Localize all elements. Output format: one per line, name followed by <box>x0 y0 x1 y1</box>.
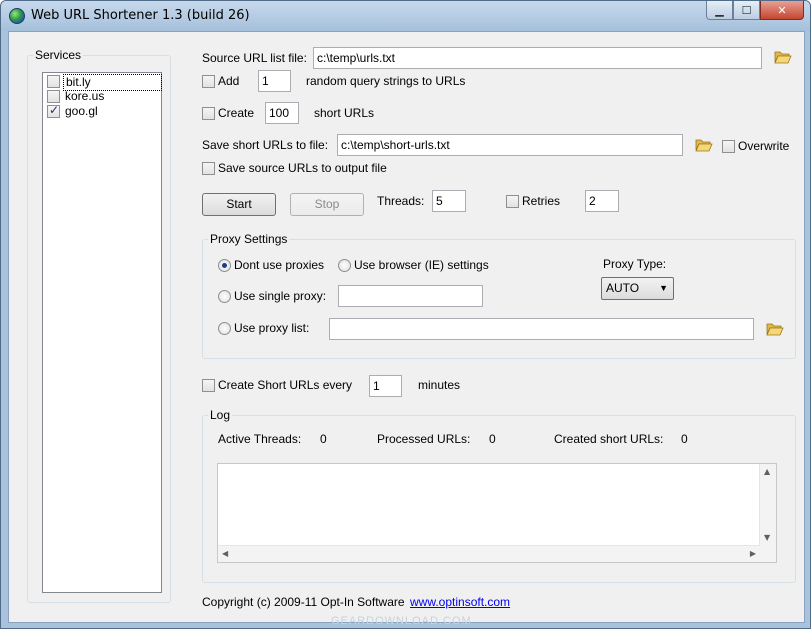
add-count-input[interactable]: 1 <box>258 70 291 92</box>
schedule-interval-input[interactable]: 1 <box>369 375 402 397</box>
log-label: Log <box>208 408 233 422</box>
save-file-input[interactable]: c:\temp\short-urls.txt <box>337 134 683 156</box>
folder-open-icon[interactable] <box>695 138 713 152</box>
folder-open-icon[interactable] <box>774 50 792 64</box>
window-title: Web URL Shortener 1.3 (build 26) <box>31 8 250 23</box>
minimize-button[interactable]: ▁ <box>706 1 733 20</box>
create-count-input[interactable]: 100 <box>265 102 299 124</box>
save-file-label: Save short URLs to file: <box>202 138 329 152</box>
maximize-icon: ☐ <box>741 3 752 17</box>
log-horizontal-scrollbar[interactable]: ◀ ▶ <box>218 545 760 562</box>
add-label: Add <box>218 74 240 88</box>
add-suffix-label: random query strings to URLs <box>306 74 466 88</box>
create-label: Create <box>218 106 255 120</box>
proxy-type-select[interactable]: AUTO ▼ <box>601 277 674 300</box>
minimize-icon: ▁ <box>715 3 724 17</box>
processed-urls-value: 0 <box>489 432 496 446</box>
schedule-label: Create Short URLs every <box>218 378 353 392</box>
threads-label: Threads: <box>377 194 425 208</box>
close-icon: ✕ <box>777 3 787 17</box>
create-checkbox[interactable] <box>202 107 215 120</box>
retries-label: Retries <box>522 194 561 208</box>
window-controls: ▁ ☐ ✕ <box>706 1 804 21</box>
use-single-proxy-radio[interactable] <box>218 290 231 303</box>
created-short-urls-value: 0 <box>681 432 688 446</box>
overwrite-checkbox[interactable] <box>722 140 735 153</box>
main-window: Web URL Shortener 1.3 (build 26) ▁ ☐ ✕ S… <box>0 0 811 629</box>
proxy-type-value: AUTO <box>606 281 640 295</box>
retries-input[interactable]: 2 <box>585 190 619 212</box>
stop-button[interactable]: Stop <box>290 193 364 216</box>
created-short-urls-label: Created short URLs: <box>554 432 664 446</box>
start-button[interactable]: Start <box>202 193 276 216</box>
services-label: Services <box>33 48 84 62</box>
dont-use-proxies-label: Dont use proxies <box>234 258 325 272</box>
add-checkbox[interactable] <box>202 75 215 88</box>
scroll-down-icon[interactable]: ▼ <box>764 533 770 542</box>
log-textarea[interactable]: ▲ ▼ ◀ ▶ <box>217 463 777 563</box>
copyright-text: Copyright (c) 2009-11 Opt-In Software <box>202 595 405 609</box>
threads-input[interactable]: 5 <box>432 190 466 212</box>
dropdown-arrow-icon: ▼ <box>659 283 668 293</box>
proxy-list-input[interactable] <box>329 318 754 340</box>
watermark-text: GEARDOWNLOAD.COM <box>331 615 472 627</box>
service-checkbox-googl[interactable] <box>47 103 60 118</box>
single-proxy-input[interactable] <box>338 285 483 307</box>
save-source-checkbox[interactable] <box>202 162 215 175</box>
source-file-input[interactable]: c:\temp\urls.txt <box>313 47 762 69</box>
proxy-type-label: Proxy Type: <box>603 257 667 271</box>
use-proxy-list-label: Use proxy list: <box>234 321 310 335</box>
proxy-settings-label: Proxy Settings <box>208 232 290 246</box>
service-checkbox-koreus[interactable] <box>47 90 60 103</box>
globe-icon <box>9 8 25 24</box>
dont-use-proxies-radio[interactable] <box>218 259 231 272</box>
website-link[interactable]: www.optinsoft.com <box>410 595 510 610</box>
folder-open-icon[interactable] <box>766 322 784 336</box>
service-label-googl: goo.gl <box>65 104 98 118</box>
use-browser-settings-radio[interactable] <box>338 259 351 272</box>
service-checkbox-bitly[interactable] <box>47 75 60 88</box>
schedule-checkbox[interactable] <box>202 379 215 392</box>
services-list[interactable]: bit.ly kore.us goo.gl <box>42 72 162 593</box>
scroll-right-icon[interactable]: ▶ <box>750 549 756 558</box>
save-source-label: Save source URLs to output file <box>218 161 387 175</box>
service-label-koreus: kore.us <box>65 89 105 103</box>
client-area: Services bit.ly kore.us goo.gl Source UR… <box>8 31 805 623</box>
retries-checkbox[interactable] <box>506 195 519 208</box>
use-proxy-list-radio[interactable] <box>218 322 231 335</box>
create-suffix-label: short URLs <box>314 106 375 120</box>
active-threads-value: 0 <box>320 432 327 446</box>
log-vertical-scrollbar[interactable]: ▲ ▼ <box>759 464 776 562</box>
schedule-suffix-label: minutes <box>418 378 461 392</box>
use-browser-settings-label: Use browser (IE) settings <box>354 258 489 272</box>
overwrite-label: Overwrite <box>738 139 790 153</box>
maximize-button[interactable]: ☐ <box>733 1 760 20</box>
scroll-up-icon[interactable]: ▲ <box>764 467 770 476</box>
source-file-label: Source URL list file: <box>202 51 307 65</box>
active-threads-label: Active Threads: <box>218 432 302 446</box>
close-button[interactable]: ✕ <box>760 1 804 20</box>
scroll-left-icon[interactable]: ◀ <box>222 549 228 558</box>
processed-urls-label: Processed URLs: <box>377 432 471 446</box>
use-single-proxy-label: Use single proxy: <box>234 289 327 303</box>
title-bar[interactable]: Web URL Shortener 1.3 (build 26) ▁ ☐ ✕ <box>1 1 810 31</box>
